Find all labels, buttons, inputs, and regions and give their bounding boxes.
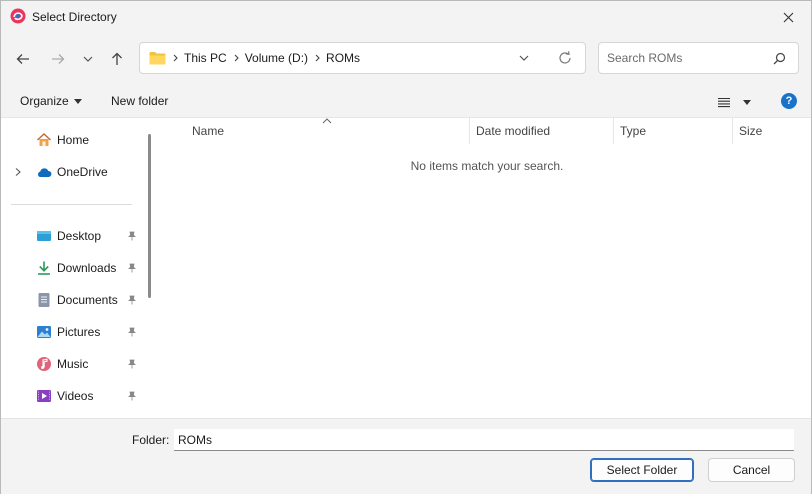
- sidebar-item-label: OneDrive: [57, 165, 108, 179]
- search-box: [598, 42, 799, 74]
- breadcrumb-separator-icon: [173, 54, 178, 62]
- sidebar-item-label: Documents: [57, 293, 118, 307]
- sidebar-scrollbar[interactable]: [148, 134, 151, 298]
- title-bar: Select Directory: [1, 1, 811, 33]
- sidebar-item-label: Videos: [57, 389, 94, 403]
- sidebar-item-desktop[interactable]: Desktop: [1, 222, 144, 250]
- search-input[interactable]: [607, 49, 767, 67]
- refresh-icon[interactable]: [557, 50, 573, 66]
- navigation-pane: Home OneDrive Desktop Downloads Document…: [1, 118, 157, 418]
- close-button[interactable]: [765, 1, 811, 33]
- organize-button[interactable]: Organize: [20, 94, 82, 108]
- sidebar-item-home[interactable]: Home: [1, 126, 144, 154]
- column-header-name[interactable]: Name: [192, 118, 467, 144]
- cloud-icon: [38, 168, 52, 177]
- list-view-icon: [718, 97, 730, 107]
- sidebar-item-videos[interactable]: Videos: [1, 382, 144, 410]
- folder-name-input[interactable]: [174, 429, 794, 451]
- sidebar-item-documents[interactable]: Documents: [1, 286, 144, 314]
- sidebar-item-label: Downloads: [57, 261, 117, 275]
- sidebar-item-label: Pictures: [57, 325, 101, 339]
- breadcrumb-separator-icon: [315, 54, 320, 62]
- pin-icon[interactable]: [127, 359, 137, 369]
- sidebar-item-label: Home: [57, 133, 90, 147]
- column-header-size[interactable]: Size: [739, 118, 799, 144]
- navigation-bar: This PC Volume (D:) ROMs: [1, 33, 811, 85]
- column-separator[interactable]: [613, 118, 614, 144]
- arrow-right-icon: [52, 54, 65, 64]
- app-icon: [10, 8, 26, 24]
- empty-results-message: No items match your search.: [410, 159, 564, 173]
- new-folder-label: New folder: [111, 94, 169, 108]
- change-view-button[interactable]: [717, 94, 757, 110]
- command-toolbar: Organize New folder ?: [1, 85, 811, 118]
- caret-down-icon: [73, 98, 82, 104]
- cancel-button[interactable]: Cancel: [708, 458, 795, 482]
- sidebar-item-onedrive[interactable]: OneDrive: [1, 158, 144, 186]
- select-directory-dialog: Select Directory This PC Volume (D:) ROM…: [0, 0, 812, 494]
- address-history-chevron-icon[interactable]: [517, 51, 531, 65]
- address-bar[interactable]: This PC Volume (D:) ROMs: [139, 42, 586, 74]
- up-button[interactable]: [104, 46, 130, 72]
- help-button[interactable]: ?: [781, 93, 797, 109]
- music-icon: [37, 357, 51, 371]
- pin-icon[interactable]: [127, 327, 137, 337]
- select-folder-button[interactable]: Select Folder: [590, 458, 694, 482]
- caret-down-icon: [743, 99, 751, 105]
- pin-icon[interactable]: [127, 391, 137, 401]
- breadcrumb-volume-d[interactable]: Volume (D:): [245, 51, 308, 65]
- chevron-right-icon[interactable]: [13, 167, 23, 177]
- breadcrumb-roms[interactable]: ROMs: [326, 51, 360, 65]
- column-separator[interactable]: [732, 118, 733, 144]
- pin-icon[interactable]: [127, 231, 137, 241]
- dialog-footer: Folder: Select Folder Cancel: [1, 418, 811, 494]
- window-title: Select Directory: [32, 10, 117, 24]
- sidebar-item-music[interactable]: Music: [1, 350, 144, 378]
- documents-icon: [38, 293, 50, 307]
- back-button[interactable]: [10, 46, 36, 72]
- sidebar-item-label: Desktop: [57, 229, 102, 243]
- close-icon: [783, 12, 793, 22]
- organize-label: Organize: [20, 94, 69, 108]
- recent-locations-button[interactable]: [75, 46, 101, 72]
- folder-icon: [149, 52, 166, 65]
- sidebar-item-downloads[interactable]: Downloads: [1, 254, 144, 282]
- download-icon: [38, 261, 50, 275]
- desktop-icon: [37, 231, 51, 241]
- sidebar-divider: [11, 204, 132, 205]
- pictures-icon: [37, 326, 51, 338]
- videos-icon: [37, 390, 51, 402]
- breadcrumb-this-pc[interactable]: This PC: [184, 51, 227, 65]
- forward-button[interactable]: [45, 46, 71, 72]
- home-icon: [37, 133, 51, 146]
- sidebar-item-pictures[interactable]: Pictures: [1, 318, 144, 346]
- pin-icon[interactable]: [127, 263, 137, 273]
- search-icon[interactable]: [773, 52, 786, 65]
- sidebar-item-label: Music: [57, 357, 89, 371]
- breadcrumb-separator-icon: [234, 54, 239, 62]
- column-header-date-modified[interactable]: Date modified: [476, 118, 611, 144]
- folder-label: Folder:: [132, 433, 170, 447]
- arrow-left-icon: [16, 54, 29, 64]
- chevron-down-icon: [83, 56, 93, 62]
- column-separator[interactable]: [469, 118, 470, 144]
- pin-icon[interactable]: [127, 295, 137, 305]
- new-folder-button[interactable]: New folder: [111, 94, 168, 108]
- arrow-up-icon: [112, 52, 122, 65]
- column-header-type[interactable]: Type: [620, 118, 730, 144]
- file-list-pane: Name Date modified Type Size No items ma…: [159, 118, 811, 418]
